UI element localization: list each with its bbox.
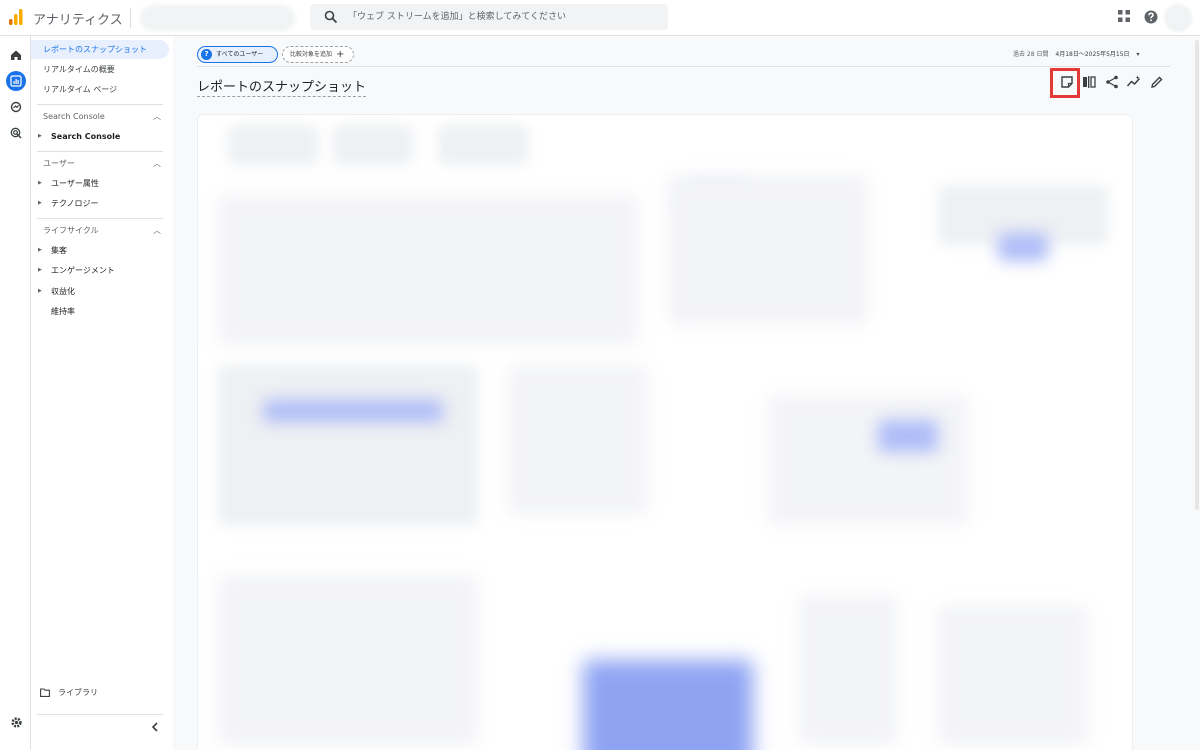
blurred-card xyxy=(938,605,1088,745)
chevron-up-icon: ︿ xyxy=(153,226,161,235)
help-icon[interactable] xyxy=(1143,9,1159,25)
chevron-left-icon[interactable] xyxy=(148,720,162,734)
app-title: アナリティクス xyxy=(33,13,123,28)
top-bar: アナリティクス xyxy=(0,0,1200,36)
sidebar-item-label: Search Console xyxy=(51,132,121,141)
segment-chip-label: すべてのユーザー xyxy=(216,51,264,58)
blurred-card xyxy=(768,395,968,525)
section-title: ライフサイクル xyxy=(43,226,99,235)
segment-chip-all-users[interactable]: ? すべてのユーザー xyxy=(197,46,278,63)
search-bar[interactable] xyxy=(310,4,668,30)
expand-arrow-icon: ▶ xyxy=(38,247,42,253)
section-title: Search Console xyxy=(43,112,105,121)
scrollbar[interactable] xyxy=(1195,40,1199,510)
header-divider xyxy=(197,66,1170,67)
rail-advertising-button[interactable] xyxy=(6,123,26,143)
sidebar: レポートのスナップショット リアルタイムの概要 リアルタイム ページ Searc… xyxy=(31,36,173,750)
sidebar-divider xyxy=(37,151,163,152)
sidebar-item-realtime-pages[interactable]: リアルタイム ページ xyxy=(31,80,169,99)
left-rail xyxy=(0,36,31,750)
advertising-icon xyxy=(10,127,22,139)
sidebar-item-monetization[interactable]: ▶ 収益化 xyxy=(31,282,163,301)
home-icon xyxy=(11,50,21,60)
rail-explore-button[interactable] xyxy=(6,97,26,117)
chevron-up-icon: ︿ xyxy=(153,159,161,168)
library-label: ライブラリ xyxy=(58,688,98,697)
chevron-up-icon: ︿ xyxy=(153,112,161,121)
expand-arrow-icon: ▶ xyxy=(38,200,42,206)
section-title: ユーザー xyxy=(43,159,75,168)
sidebar-item-reports-snapshot[interactable]: レポートのスナップショット xyxy=(31,40,169,59)
date-range-picker[interactable]: 過去 28 日間 4月18日～2025年5月15日 ▾ xyxy=(1013,49,1140,58)
search-icon xyxy=(324,10,338,24)
compare-icon[interactable] xyxy=(1081,74,1097,90)
page-title[interactable]: レポートのスナップショット xyxy=(197,76,367,97)
sidebar-divider xyxy=(37,714,163,715)
blurred-bar xyxy=(263,400,443,422)
sidebar-item-label: 集客 xyxy=(51,246,67,255)
share-icon[interactable] xyxy=(1104,74,1120,90)
sidebar-item-acquisition[interactable]: ▶ 集客 xyxy=(31,241,163,260)
add-comparison-button[interactable]: 比較対象を追加 + xyxy=(282,46,354,63)
rail-reports-button[interactable] xyxy=(6,71,26,91)
analytics-logo-icon[interactable] xyxy=(9,9,23,25)
rail-home-button[interactable] xyxy=(6,45,26,65)
sidebar-item-label: 収益化 xyxy=(51,287,75,296)
segment-badge: ? xyxy=(201,49,212,60)
expand-arrow-icon: ▶ xyxy=(38,180,42,186)
blurred-chart xyxy=(668,175,868,325)
sidebar-item-search-console[interactable]: ▶ Search Console xyxy=(31,127,163,146)
avatar[interactable] xyxy=(1164,4,1192,32)
blurred-chart xyxy=(218,195,638,345)
chevron-down-icon: ▾ xyxy=(1136,51,1140,58)
blurred-card xyxy=(508,365,648,515)
sidebar-item-retention[interactable]: 維持率 xyxy=(31,302,163,321)
date-range-prefix: 過去 28 日間 xyxy=(1013,51,1049,58)
section-lifecycle[interactable]: ライフサイクル ︿ xyxy=(31,223,163,239)
blurred-metric xyxy=(228,125,318,165)
rail-admin-button[interactable] xyxy=(6,712,26,732)
plus-icon: + xyxy=(336,49,345,60)
blurred-metric xyxy=(438,125,528,165)
sidebar-item-engagement[interactable]: ▶ エンゲージメント xyxy=(31,261,163,280)
sidebar-item-label: 維持率 xyxy=(51,307,75,316)
expand-arrow-icon: ▶ xyxy=(38,288,42,294)
sidebar-item-technology[interactable]: ▶ テクノロジー xyxy=(31,194,163,213)
gear-icon xyxy=(10,716,22,728)
sidebar-item-label: エンゲージメント xyxy=(51,266,115,275)
blurred-chart-highlight xyxy=(583,660,753,750)
sidebar-divider xyxy=(37,104,163,105)
blurred-card xyxy=(798,595,898,745)
expand-arrow-icon: ▶ xyxy=(38,133,42,139)
explore-icon xyxy=(10,101,22,113)
blurred-card xyxy=(218,365,478,525)
folder-icon xyxy=(40,688,50,697)
search-input[interactable] xyxy=(348,4,658,30)
sidebar-item-library[interactable]: ライブラリ xyxy=(40,687,98,698)
sidebar-item-realtime-overview[interactable]: リアルタイムの概要 xyxy=(31,60,169,79)
sidebar-divider xyxy=(37,218,163,219)
reports-icon xyxy=(10,75,22,87)
expand-arrow-icon: ▶ xyxy=(38,267,42,273)
sidebar-item-label: ユーザー属性 xyxy=(51,179,99,188)
blurred-chart-highlight xyxy=(998,233,1048,261)
apps-grid-icon[interactable] xyxy=(1117,9,1131,23)
section-search-console[interactable]: Search Console ︿ xyxy=(31,109,163,125)
account-selector[interactable] xyxy=(140,5,295,31)
blurred-metric xyxy=(333,125,413,165)
main-content: ? すべてのユーザー 比較対象を追加 + 過去 28 日間 4月18日～2025… xyxy=(173,36,1200,750)
highlight-box xyxy=(1050,68,1080,98)
sidebar-item-label: テクノロジー xyxy=(51,199,99,208)
blurred-card xyxy=(218,575,478,745)
insights-icon[interactable] xyxy=(1126,74,1142,90)
report-cards-area xyxy=(197,114,1133,750)
edit-pencil-icon[interactable] xyxy=(1149,74,1165,90)
add-comparison-label: 比較対象を追加 xyxy=(290,51,333,58)
date-range-value: 4月18日～2025年5月15日 xyxy=(1055,51,1130,58)
section-users[interactable]: ユーザー ︿ xyxy=(31,156,163,172)
sidebar-item-demographics[interactable]: ▶ ユーザー属性 xyxy=(31,174,163,193)
blurred-chart-highlight xyxy=(878,420,938,452)
title-divider xyxy=(130,8,131,28)
